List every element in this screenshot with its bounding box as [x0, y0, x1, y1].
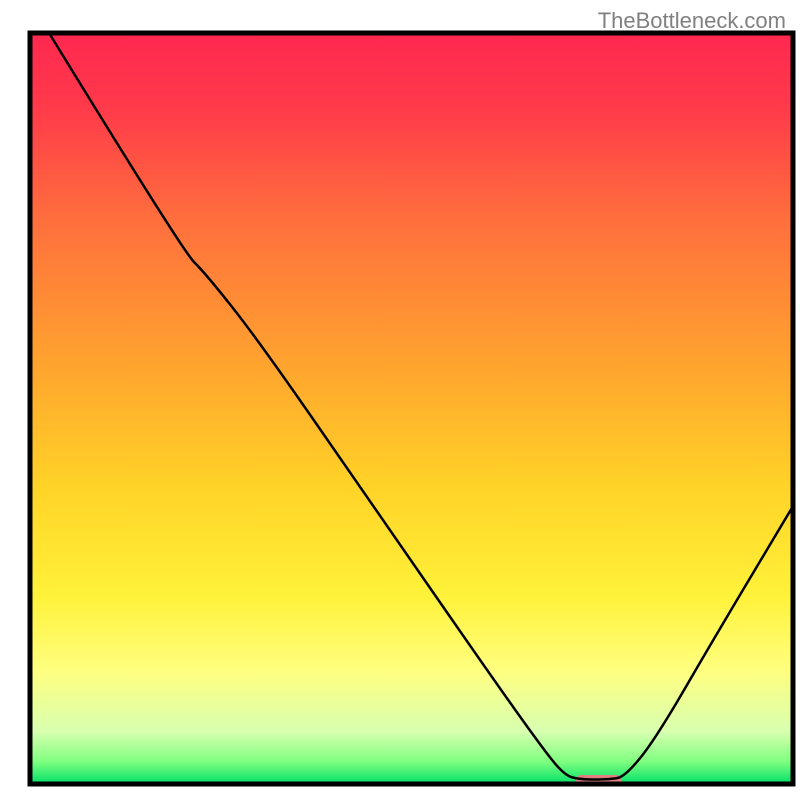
plot-area — [30, 33, 793, 786]
plot-background — [30, 33, 793, 784]
chart-container: TheBottleneck.com — [0, 0, 800, 800]
chart-svg — [0, 0, 800, 800]
watermark-text: TheBottleneck.com — [598, 8, 786, 34]
